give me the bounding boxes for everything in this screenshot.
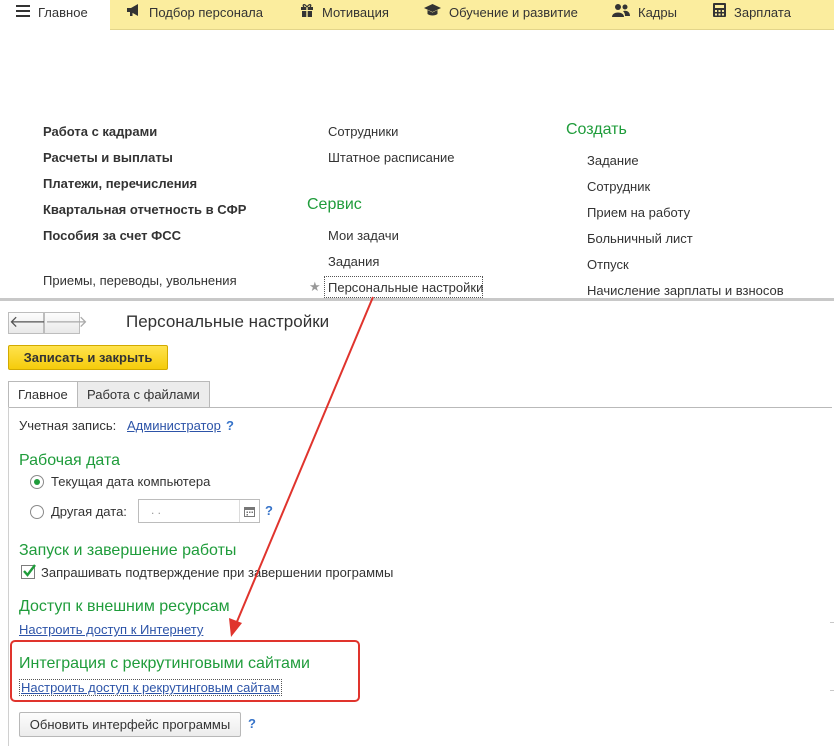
startup-heading: Запуск и завершение работы bbox=[19, 542, 237, 559]
menu-item-label: Мотивация bbox=[322, 5, 389, 20]
other-date-help-icon[interactable]: ? bbox=[265, 503, 273, 518]
refresh-interface-button[interactable]: Обновить интерфейс программы bbox=[19, 712, 241, 737]
create-link-hiring[interactable]: Прием на работу bbox=[587, 205, 690, 220]
internet-access-link[interactable]: Настроить доступ к Интернету bbox=[19, 622, 203, 637]
form-title: Персональные настройки bbox=[126, 312, 330, 331]
menu-item-recruitment[interactable]: Подбор персонала bbox=[126, 0, 263, 30]
gift-icon bbox=[300, 0, 314, 26]
create-heading: Создать bbox=[566, 121, 627, 138]
radio-computer-date[interactable] bbox=[30, 475, 44, 489]
nav-link-tasks[interactable]: Задания bbox=[328, 254, 379, 269]
account-help-icon[interactable]: ? bbox=[226, 418, 234, 433]
date-placeholder: . . bbox=[151, 503, 162, 517]
nav-link-hiring-transfers[interactable]: Приемы, переводы, увольнения bbox=[43, 273, 237, 288]
hamburger-menu-icon bbox=[16, 0, 30, 26]
create-link-vacation[interactable]: Отпуск bbox=[587, 257, 629, 272]
favorite-star-icon[interactable]: ★ bbox=[309, 279, 321, 295]
menu-item-label: Главное bbox=[38, 5, 88, 20]
checkmark-icon bbox=[23, 564, 36, 577]
menu-item-label: Зарплата bbox=[734, 5, 791, 20]
refresh-help-icon[interactable]: ? bbox=[248, 716, 256, 731]
panel-edge-mark bbox=[830, 690, 834, 691]
menu-item-salary[interactable]: Зарплата bbox=[713, 0, 791, 30]
nav-link-fss-benefits[interactable]: Пособия за счет ФСС bbox=[43, 228, 181, 243]
nav-link-employees[interactable]: Сотрудники bbox=[328, 124, 398, 139]
nav-link-personal-settings[interactable]: Персональные настройки bbox=[324, 276, 483, 298]
megaphone-icon bbox=[126, 0, 141, 26]
account-label: Учетная запись: bbox=[19, 418, 117, 433]
service-heading: Сервис bbox=[307, 196, 362, 213]
tab-strip-border bbox=[8, 407, 832, 408]
arrow-right-icon: 🡒 bbox=[45, 314, 88, 331]
nav-link-staff-schedule[interactable]: Штатное расписание bbox=[328, 150, 455, 165]
top-menu-bar: Главное Подбор персонала Мотивация Обуче… bbox=[0, 0, 834, 30]
menu-item-label: Кадры bbox=[638, 5, 677, 20]
menu-item-main[interactable]: Главное bbox=[16, 0, 88, 30]
back-button[interactable]: 🡐 bbox=[8, 312, 52, 334]
confirm-exit-checkbox[interactable] bbox=[21, 564, 36, 579]
radio-other-date[interactable] bbox=[30, 505, 44, 519]
menu-item-motivation[interactable]: Мотивация bbox=[300, 0, 389, 30]
tab-panel-border bbox=[8, 407, 9, 746]
recruiting-access-link[interactable]: Настроить доступ к рекрутинговым сайтам bbox=[19, 679, 282, 696]
menu-item-label: Обучение и развитие bbox=[449, 5, 578, 20]
radio-computer-date-label: Текущая дата компьютера bbox=[51, 474, 211, 489]
menu-item-training[interactable]: Обучение и развитие bbox=[424, 0, 578, 30]
panel-edge-mark bbox=[830, 622, 834, 623]
graduation-cap-icon bbox=[424, 0, 441, 26]
tab-main[interactable]: Главное bbox=[8, 381, 78, 408]
external-resources-heading: Доступ к внешним ресурсам bbox=[19, 598, 230, 615]
other-date-input[interactable]: . . bbox=[138, 499, 260, 523]
create-link-sick-leave[interactable]: Больничный лист bbox=[587, 231, 693, 246]
confirm-exit-label: Запрашивать подтверждение при завершении… bbox=[41, 565, 394, 580]
nav-link-my-tasks[interactable]: Мои задачи bbox=[328, 228, 399, 243]
tab-files[interactable]: Работа с файлами bbox=[77, 381, 210, 408]
nav-link-payroll[interactable]: Расчеты и выплаты bbox=[43, 150, 173, 165]
annotation-arrow-head bbox=[229, 618, 242, 637]
menu-item-hr[interactable]: Кадры bbox=[612, 0, 677, 30]
account-value-link[interactable]: Администратор bbox=[127, 418, 221, 433]
radio-selected-dot bbox=[34, 479, 40, 485]
screenshot-divider bbox=[0, 298, 834, 301]
nav-link-quarterly-report[interactable]: Квартальная отчетность в СФР bbox=[43, 202, 246, 217]
forward-button[interactable]: 🡒 bbox=[44, 312, 88, 334]
calculator-icon bbox=[713, 0, 726, 26]
radio-other-date-label: Другая дата: bbox=[51, 504, 127, 519]
people-icon bbox=[612, 0, 630, 26]
calendar-icon[interactable] bbox=[239, 500, 259, 522]
nav-link-payments[interactable]: Платежи, перечисления bbox=[43, 176, 197, 191]
nav-link-hr-work[interactable]: Работа с кадрами bbox=[43, 124, 157, 139]
create-link-employee[interactable]: Сотрудник bbox=[587, 179, 650, 194]
create-link-task[interactable]: Задание bbox=[587, 153, 639, 168]
create-link-payroll-accrual[interactable]: Начисление зарплаты и взносов bbox=[587, 283, 784, 298]
recruiting-integration-heading: Интеграция с рекрутинговыми сайтами bbox=[19, 655, 310, 672]
work-date-heading: Рабочая дата bbox=[19, 452, 121, 469]
save-and-close-button[interactable]: Записать и закрыть bbox=[8, 345, 168, 370]
menu-item-label: Подбор персонала bbox=[149, 5, 263, 20]
